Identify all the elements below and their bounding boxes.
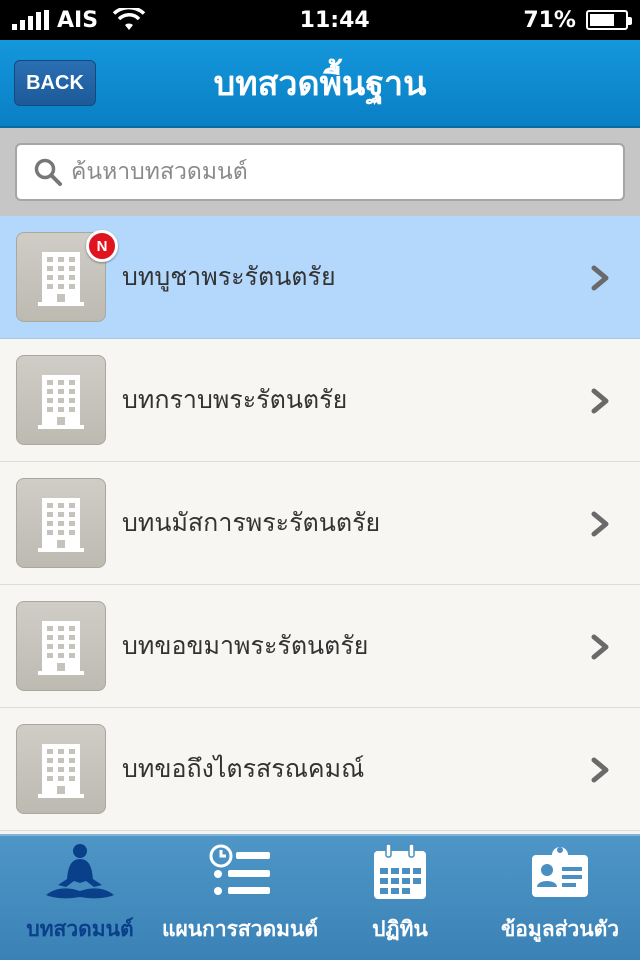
battery-percent: 71% bbox=[523, 7, 576, 33]
calendar-icon bbox=[374, 843, 426, 899]
chevron-right-icon bbox=[590, 265, 612, 291]
chevron-right-icon bbox=[590, 757, 612, 783]
battery-fill bbox=[589, 14, 615, 26]
signal-icon bbox=[12, 10, 49, 30]
status-bar: AIS 11:44 71% bbox=[0, 0, 640, 40]
search-icon bbox=[34, 158, 62, 186]
schedule-list-icon bbox=[209, 844, 270, 895]
meditation-icon bbox=[46, 844, 114, 899]
tab-prayer-plan[interactable]: แผนการสวดมนต์ bbox=[160, 836, 320, 960]
item-thumbnail bbox=[16, 355, 106, 445]
item-thumbnail bbox=[16, 724, 106, 814]
tab-label: ข้อมูลส่วนตัว bbox=[500, 917, 620, 941]
status-left: AIS bbox=[12, 8, 146, 33]
building-icon bbox=[38, 498, 84, 552]
list-item[interactable]: บทนมัสการพระรัตนตรัย bbox=[0, 462, 640, 585]
list-item[interactable]: บทกราบพระรัตนตรัย bbox=[0, 339, 640, 462]
status-time: 11:44 bbox=[299, 7, 370, 33]
prayer-list: N บทบูชาพระรัตนตรัย บทกราบพระรัตนตรัย บท… bbox=[0, 216, 640, 834]
tab-profile[interactable]: ข้อมูลส่วนตัว bbox=[480, 836, 640, 960]
search-input[interactable] bbox=[71, 159, 623, 185]
list-item[interactable]: บทขอถึงไตรสรณคมณ์ bbox=[0, 708, 640, 831]
page-title: บทสวดพื้นฐาน bbox=[213, 64, 427, 104]
search-area bbox=[0, 128, 640, 216]
item-label: บทบูชาพระรัตนตรัย bbox=[122, 262, 336, 291]
item-label: บทกราบพระรัตนตรัย bbox=[122, 385, 348, 414]
list-item[interactable]: บทขอขมาพระรัตนตรัย bbox=[0, 585, 640, 708]
tab-label: แผนการสวดมนต์ bbox=[161, 917, 319, 941]
id-card-icon bbox=[532, 847, 588, 897]
tab-prayers[interactable]: บทสวดมนต์ bbox=[0, 836, 160, 960]
wifi-icon bbox=[112, 8, 146, 30]
chevron-right-icon bbox=[590, 388, 612, 414]
item-label: บทขอขมาพระรัตนตรัย bbox=[122, 631, 369, 660]
back-button[interactable]: BACK bbox=[14, 60, 96, 106]
carrier-label: AIS bbox=[57, 7, 99, 33]
building-icon bbox=[38, 744, 84, 798]
new-badge: N bbox=[86, 230, 118, 262]
tab-label: ปฏิทิน bbox=[372, 917, 428, 941]
battery-icon bbox=[585, 10, 632, 30]
status-right: 71% bbox=[523, 7, 632, 33]
chevron-right-icon bbox=[590, 511, 612, 537]
list-item[interactable]: N บทบูชาพระรัตนตรัย bbox=[0, 216, 640, 339]
tab-calendar[interactable]: ปฏิทิน bbox=[320, 836, 480, 960]
chevron-right-icon bbox=[590, 634, 612, 660]
item-label: บทนมัสการพระรัตนตรัย bbox=[122, 508, 381, 537]
nav-header: BACK บทสวดพื้นฐาน bbox=[0, 40, 640, 128]
search-box[interactable] bbox=[15, 143, 625, 201]
item-thumbnail bbox=[16, 478, 106, 568]
building-icon bbox=[38, 375, 84, 429]
building-icon bbox=[38, 621, 84, 675]
tab-bar: บทสวดมนต์ แผนการสวดมนต์ ปฏิทิน ข้อมูลส่ว… bbox=[0, 834, 640, 960]
tab-label: บทสวดมนต์ bbox=[26, 917, 134, 941]
building-icon bbox=[38, 252, 84, 306]
item-thumbnail bbox=[16, 601, 106, 691]
item-label: บทขอถึงไตรสรณคมณ์ bbox=[122, 754, 365, 783]
